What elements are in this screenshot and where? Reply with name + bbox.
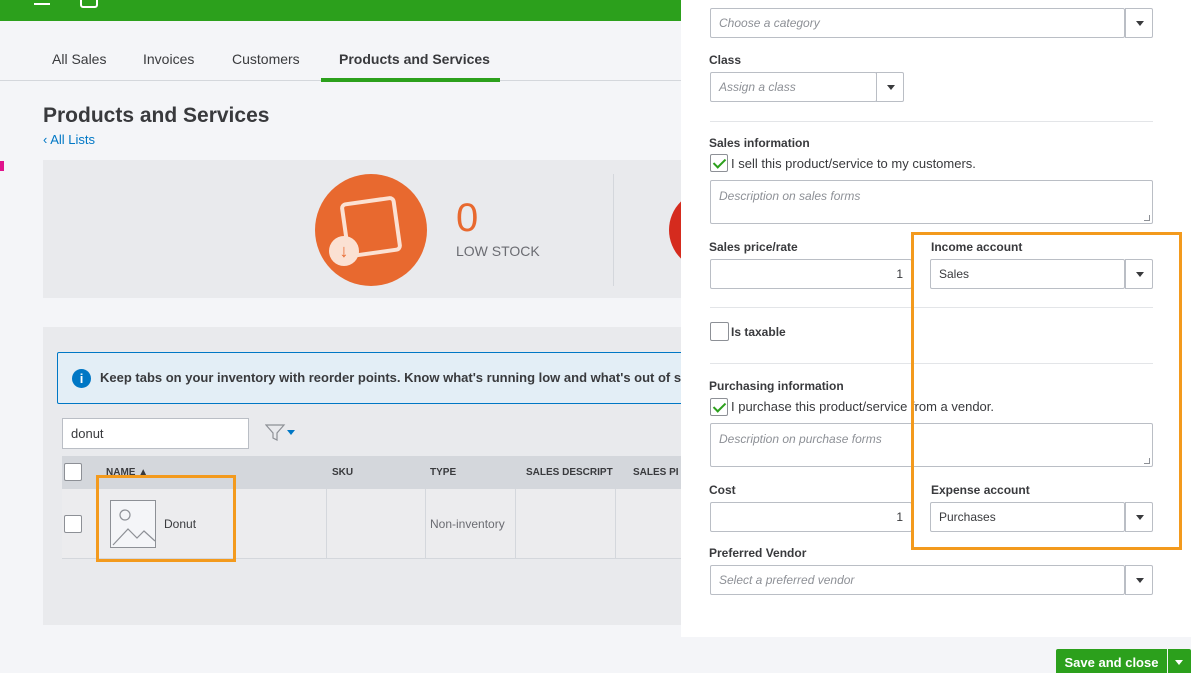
filter-icon[interactable]: [265, 423, 305, 443]
low-stock-icon: ↓: [315, 174, 427, 286]
drawer-footer: Save and close: [681, 637, 1191, 673]
column-divider: [326, 489, 327, 559]
donut-highlight-box: [96, 475, 236, 562]
products-services-page: All Sales Invoices Customers Products an…: [0, 0, 681, 673]
purchase-description-placeholder: Description on purchase forms: [719, 432, 882, 446]
taxable-checkbox[interactable]: [710, 322, 729, 341]
resize-handle-icon[interactable]: [1144, 215, 1150, 221]
product-type: Non-inventory: [430, 517, 505, 531]
cost-label: Cost: [709, 483, 736, 497]
all-lists-link[interactable]: ‹ All Lists: [43, 132, 95, 147]
category-select[interactable]: Choose a category: [710, 8, 1125, 38]
sales-information-heading: Sales information: [709, 136, 810, 150]
sales-price-label: Sales price/rate: [709, 240, 798, 254]
low-stock-count: 0: [456, 196, 479, 240]
class-label: Class: [709, 53, 742, 67]
sales-description-placeholder: Description on sales forms: [719, 189, 861, 203]
column-divider: [515, 489, 516, 559]
sell-checkbox[interactable]: [710, 154, 728, 172]
side-marker: [0, 161, 4, 171]
accounts-highlight-box: [911, 232, 1182, 550]
tab-invoices[interactable]: Invoices: [143, 51, 194, 67]
class-dropdown-button[interactable]: [876, 72, 904, 102]
all-lists-label: All Lists: [50, 132, 96, 147]
out-of-stock-icon: [669, 190, 681, 270]
sales-description-textarea[interactable]: Description on sales forms: [710, 180, 1153, 224]
card-divider: [613, 174, 614, 286]
low-stock-label: LOW STOCK: [456, 243, 540, 259]
preferred-vendor-label: Preferred Vendor: [709, 546, 807, 560]
info-icon: i: [72, 369, 91, 388]
menu-icon[interactable]: [34, 3, 50, 5]
tab-products-and-services[interactable]: Products and Services: [339, 51, 490, 67]
column-divider: [615, 489, 616, 559]
preferred-vendor-dropdown-button[interactable]: [1125, 565, 1153, 595]
reorder-info-banner: i Keep tabs on your inventory with reord…: [57, 352, 681, 404]
sell-checkbox-label: I sell this product/service to my custom…: [731, 156, 976, 171]
banner-text: Keep tabs on your inventory with reorder…: [100, 370, 681, 385]
active-tab-indicator: [321, 78, 500, 82]
arrow-down-icon: ↓: [329, 236, 359, 266]
top-bar: [0, 0, 681, 21]
column-divider: [425, 489, 426, 559]
dashboard-icon[interactable]: [80, 0, 98, 8]
taxable-label: Is taxable: [731, 325, 786, 339]
section-divider: [710, 121, 1153, 122]
column-header-sales-description[interactable]: SALES DESCRIPT: [526, 467, 613, 478]
sales-tabs: All Sales Invoices Customers Products an…: [0, 21, 681, 82]
preferred-vendor-select[interactable]: Select a preferred vendor: [710, 565, 1125, 595]
class-select[interactable]: Assign a class: [710, 72, 877, 102]
row-checkbox[interactable]: [64, 515, 82, 533]
purchase-checkbox[interactable]: [710, 398, 728, 416]
select-all-checkbox[interactable]: [64, 463, 82, 481]
tab-customers[interactable]: Customers: [232, 51, 300, 67]
low-stock-card[interactable]: ↓ 0 LOW STOCK: [43, 160, 681, 298]
cost-input[interactable]: 1: [710, 502, 912, 532]
page-title: Products and Services: [43, 104, 270, 127]
save-options-dropdown-button[interactable]: [1168, 649, 1191, 673]
category-dropdown-button[interactable]: [1125, 8, 1153, 38]
column-header-sku[interactable]: SKU: [332, 467, 353, 478]
column-header-sales-price[interactable]: SALES PI: [633, 467, 679, 478]
purchasing-information-heading: Purchasing information: [709, 379, 844, 393]
product-search-input[interactable]: donut: [62, 418, 249, 449]
sales-price-input[interactable]: 1: [710, 259, 912, 289]
column-header-type[interactable]: TYPE: [430, 467, 456, 478]
tab-all-sales[interactable]: All Sales: [52, 51, 106, 67]
save-and-close-button[interactable]: Save and close: [1056, 649, 1167, 673]
